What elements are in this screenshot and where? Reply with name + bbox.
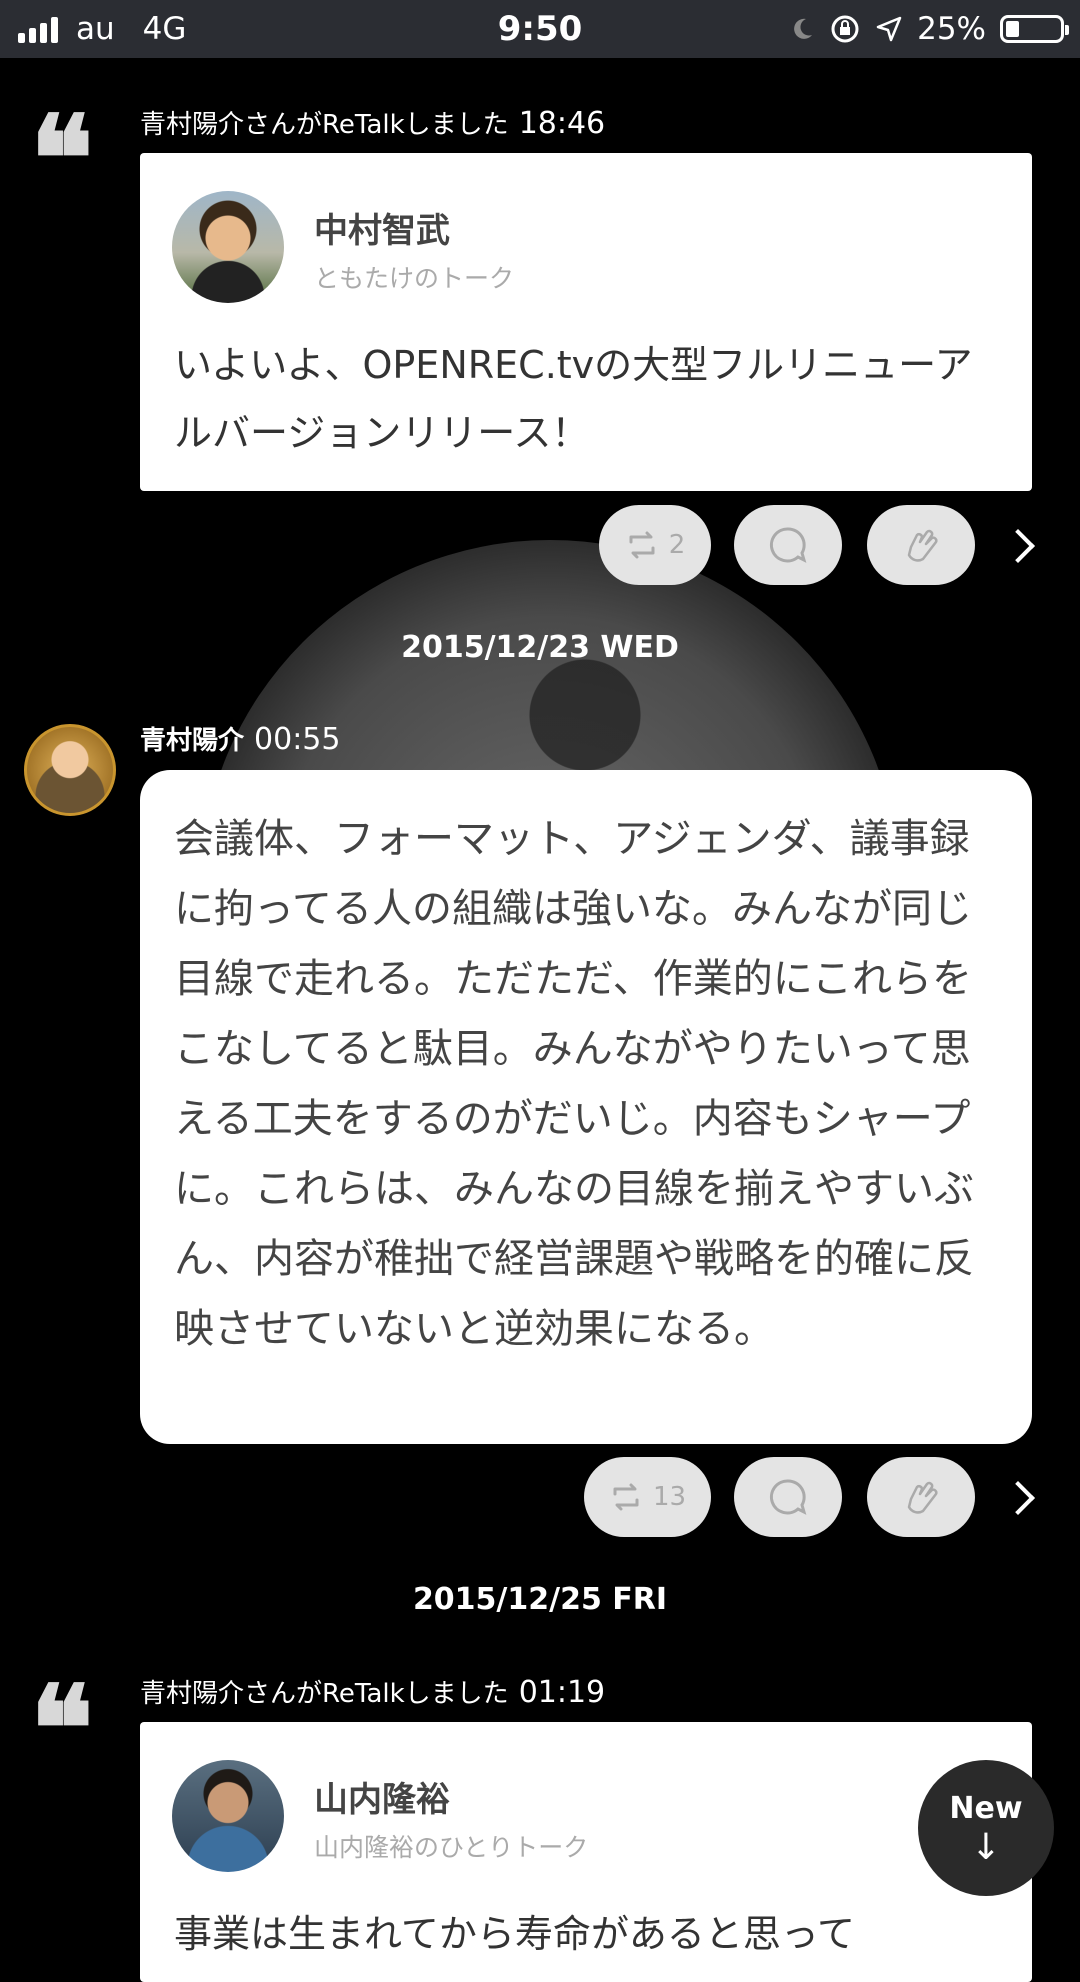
retalk-meta: 青村陽介さんがReTalkしました 18:46	[140, 104, 605, 141]
date-separator: 2015/12/25 FRI	[412, 1582, 668, 1617]
quote-icon: ❝	[30, 89, 94, 228]
post-meta: 青村陽介 00:55	[140, 720, 340, 757]
comment-icon	[769, 1479, 807, 1515]
retalk-label: 青村陽介さんがReTalkしました	[140, 1679, 509, 1709]
retalk-label: 青村陽介さんがReTalkしました	[140, 110, 509, 140]
moon-icon	[794, 18, 813, 39]
retalk-count: 13	[652, 1482, 687, 1512]
author-name[interactable]: 山内隆裕	[314, 1772, 450, 1821]
post-text: 事業は生まれてから寿命があると思って	[174, 1912, 855, 1956]
comment-button[interactable]	[734, 505, 842, 585]
rotation-lock-icon	[831, 15, 859, 43]
retalk-meta: 青村陽介さんがReTalkしました 01:19	[140, 1673, 605, 1710]
retalk-button[interactable]: 13	[584, 1457, 711, 1537]
quote-icon: ❝	[30, 1659, 94, 1798]
new-posts-button[interactable]: New ↓	[918, 1760, 1054, 1896]
retalk-button[interactable]: 2	[599, 505, 711, 585]
status-bar: au 4G 9:50 25%	[0, 0, 1080, 58]
talk-card[interactable]: 山内隆裕 山内隆裕のひとりトーク 事業は生まれてから寿命があると思って	[140, 1722, 1032, 1982]
comment-button[interactable]	[734, 1457, 842, 1537]
channel-name[interactable]: ともたけのトーク	[314, 259, 514, 295]
new-label: New	[949, 1790, 1023, 1826]
clap-icon	[907, 529, 938, 562]
clap-button[interactable]	[867, 505, 975, 585]
post-text: いよいよ、OPENREC.tvの大型フルリニューアルバージョンリリース！	[174, 343, 973, 455]
clap-button[interactable]	[867, 1457, 975, 1537]
avatar[interactable]	[172, 191, 284, 303]
post-time: 01:19	[518, 1675, 606, 1710]
post-time: 00:55	[254, 722, 341, 757]
clap-icon	[907, 1481, 938, 1514]
chevron-right-icon[interactable]	[1001, 1481, 1035, 1515]
chevron-right-icon[interactable]	[1001, 529, 1035, 563]
talk-card[interactable]: 中村智武 ともたけのトーク いよいよ、OPENREC.tvの大型フルリニューアル…	[140, 153, 1032, 491]
author-name[interactable]: 中村智武	[314, 203, 450, 252]
author-name[interactable]: 青村陽介	[140, 726, 244, 756]
battery-percent: 25%	[917, 11, 986, 47]
battery-icon	[1000, 15, 1069, 43]
talk-bubble[interactable]: 会議体、フォーマット、アジェンダ、議事録に拘ってる人の組織は強いな。みんなが同じ…	[140, 770, 1032, 1444]
post-time: 18:46	[518, 106, 606, 141]
date-separator: 2015/12/23 WED	[401, 630, 679, 665]
arrow-down-icon: ↓	[970, 1826, 1002, 1868]
channel-name[interactable]: 山内隆裕のひとりトーク	[314, 1828, 588, 1864]
avatar[interactable]	[172, 1760, 284, 1872]
retalk-icon	[613, 1483, 639, 1511]
retalk-icon	[629, 531, 655, 559]
post-text: 会議体、フォーマット、アジェンダ、議事録に拘ってる人の組織は強いな。みんなが同じ…	[174, 816, 974, 1352]
comment-icon	[769, 527, 807, 563]
location-icon	[876, 16, 902, 42]
avatar[interactable]	[24, 724, 116, 816]
retalk-count: 2	[668, 530, 686, 560]
